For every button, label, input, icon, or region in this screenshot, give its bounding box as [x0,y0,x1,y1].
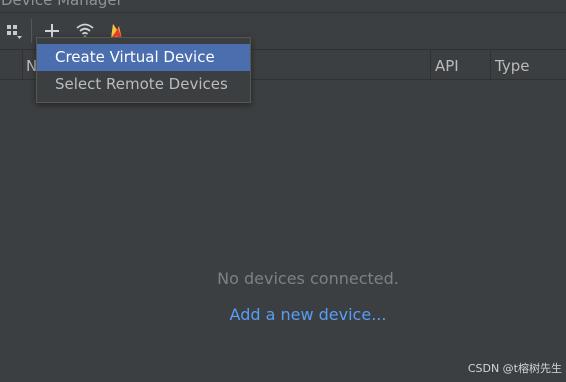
device-manager-window: Device Manager N API Type Create Virtual… [0,0,566,382]
window-title: Device Manager [1,0,123,9]
device-grid-dropdown-button[interactable] [2,19,26,43]
add-new-device-link[interactable]: Add a new device... [0,305,566,324]
watermark: CSDN @t榕树先生 [467,362,562,375]
toolbar-separator [31,19,32,43]
device-grid-dropdown-icon [7,25,22,39]
column-divider [490,50,491,79]
add-device-popup-menu: Create Virtual Device Select Remote Devi… [36,37,251,103]
menu-item-select-remote-devices[interactable]: Select Remote Devices [37,71,250,98]
menu-item-create-virtual-device[interactable]: Create Virtual Device [37,44,250,71]
column-divider [430,50,431,79]
column-header-type[interactable]: Type [495,57,529,75]
tool-window-title-bar: Device Manager [0,0,566,13]
column-header-api[interactable]: API [435,57,459,75]
empty-state-message: No devices connected. [217,269,399,288]
column-divider [22,50,23,79]
